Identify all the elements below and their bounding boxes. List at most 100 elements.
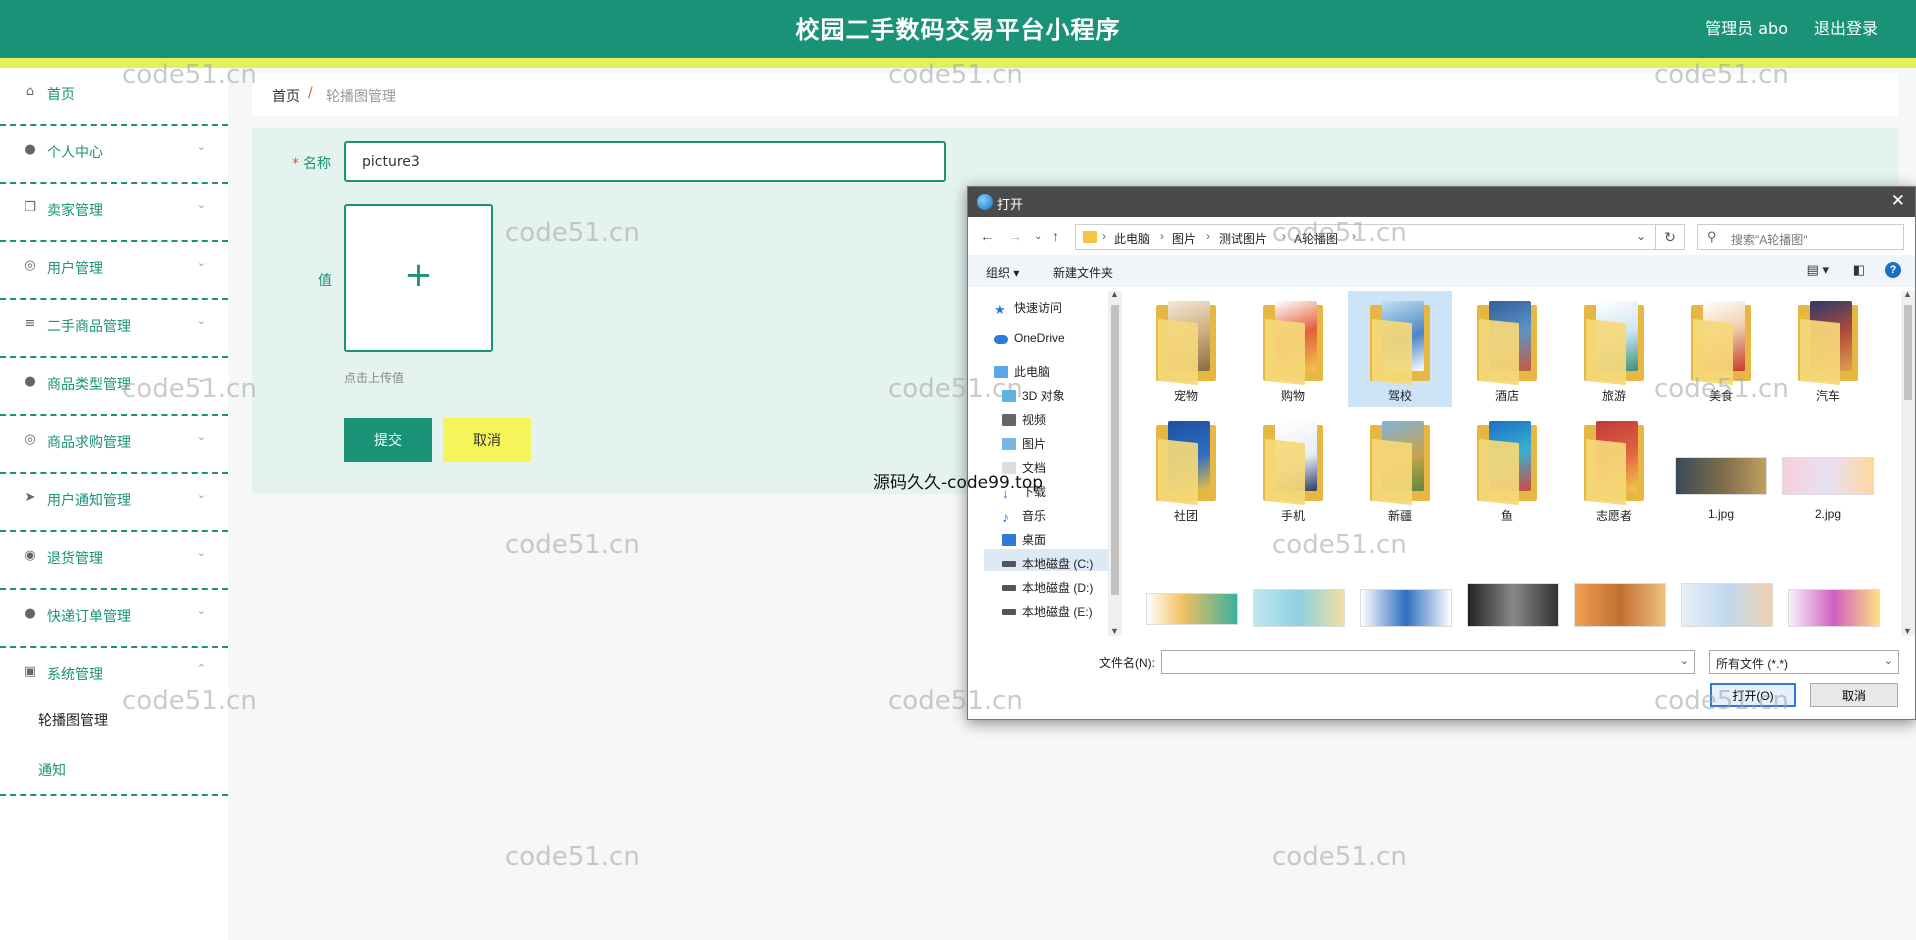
sidebar-item-home[interactable]: ⌂ 首页 — [0, 68, 228, 126]
value-label: 值 — [318, 273, 332, 289]
preview-pane-icon[interactable]: ◧ — [1853, 262, 1865, 278]
image-thumbnail[interactable] — [1253, 589, 1345, 627]
chevron-down-icon: ⌄ — [196, 140, 206, 153]
filename-input[interactable]: ⌄ — [1161, 650, 1695, 674]
view-options-icon[interactable]: ▤ ▾ — [1807, 262, 1829, 278]
breadcrumb-separator: / — [308, 85, 313, 101]
sidebar-item-returns[interactable]: ◉ 退货管理 ⌄ — [0, 532, 228, 590]
sidebar-item-notifications[interactable]: ➤ 用户通知管理 ⌄ — [0, 474, 228, 532]
tree-item-label: 快速访问 — [1014, 301, 1063, 315]
user-icon: ● — [24, 142, 36, 157]
sidebar-item-profile[interactable]: ● 个人中心 ⌄ — [0, 126, 228, 184]
dialog-cancel-button[interactable]: 取消 — [1810, 683, 1898, 707]
tree-scrollbar[interactable]: ▲ ▼ — [1108, 289, 1122, 636]
tree-item-drive-d[interactable]: 本地磁盘 (D:) — [1002, 579, 1093, 596]
folder-front — [1586, 318, 1626, 386]
name-input[interactable] — [344, 141, 946, 182]
up-arrow-icon[interactable]: ↑ — [1052, 228, 1059, 244]
drive-icon — [1002, 585, 1016, 591]
image-file-item[interactable]: 1.jpg — [1669, 411, 1773, 527]
sidebar-item-users[interactable]: ◎ 用户管理 ⌄ — [0, 242, 228, 300]
required-mark: * — [292, 156, 299, 172]
close-icon[interactable]: ✕ — [1891, 191, 1905, 211]
file-list-scrollbar[interactable]: ▲ ▼ — [1901, 289, 1915, 636]
folder-item[interactable]: 宠物 — [1134, 291, 1238, 407]
tree-item-onedrive[interactable]: OneDrive — [994, 331, 1065, 345]
tree-item-drive-e[interactable]: 本地磁盘 (E:) — [1002, 603, 1093, 620]
recent-dropdown-icon[interactable]: ⌄ — [1034, 231, 1042, 242]
folder-item[interactable]: 酒店 — [1455, 291, 1559, 407]
folder-item[interactable]: 手机 — [1241, 411, 1345, 527]
image-thumbnail[interactable] — [1788, 589, 1880, 627]
refresh-button[interactable]: ↻ — [1655, 224, 1685, 250]
plus-icon: + — [404, 255, 433, 295]
folder-item[interactable]: 购物 — [1241, 291, 1345, 407]
sidebar-subitem-notice[interactable]: 通知 — [38, 760, 66, 780]
path-segment[interactable]: 此电脑 — [1114, 230, 1150, 247]
folder-item[interactable]: 汽车 — [1776, 291, 1880, 407]
computer-icon — [994, 366, 1008, 378]
scroll-down-icon[interactable]: ▼ — [1110, 626, 1119, 636]
scroll-down-icon[interactable]: ▼ — [1903, 626, 1912, 636]
breadcrumb-home[interactable]: 首页 — [272, 86, 300, 106]
chevron-down-icon[interactable]: ⌄ — [1680, 654, 1689, 667]
scroll-thumb[interactable] — [1904, 305, 1912, 400]
help-icon[interactable]: ? — [1885, 262, 1901, 278]
tree-item-3d-objects[interactable]: 3D 对象 — [1002, 387, 1065, 404]
dialog-title-bar[interactable]: 打开 ✕ — [968, 187, 1915, 217]
picture-icon — [1002, 438, 1016, 450]
tree-item-drive-c[interactable]: 本地磁盘 (C:) — [1002, 555, 1093, 572]
address-bar[interactable]: › 此电脑 › 图片 › 测试图片 › A轮播图 › ⌄ — [1075, 224, 1685, 250]
image-thumbnail[interactable] — [1681, 583, 1773, 627]
path-segment[interactable]: A轮播图 — [1294, 230, 1338, 247]
tree-item-pictures[interactable]: 图片 — [1002, 435, 1046, 452]
organize-menu[interactable]: 组织 ▾ — [986, 264, 1019, 281]
sidebar-item-system[interactable]: ▣ 系统管理 ⌃ — [0, 648, 228, 706]
submit-button[interactable]: 提交 — [344, 418, 432, 462]
sidebar-item-purchase-requests[interactable]: ◎ 商品求购管理 ⌄ — [0, 416, 228, 474]
image-upload-box[interactable]: + — [344, 204, 493, 352]
sidebar-item-express-orders[interactable]: ● 快递订单管理 ⌄ — [0, 590, 228, 648]
cancel-button[interactable]: 取消 — [443, 418, 531, 462]
folder-item[interactable]: 社团 — [1134, 411, 1238, 527]
dialog-nav-bar: ← → ⌄ ↑ › 此电脑 › 图片 › 测试图片 › A轮播图 › ⌄ ↻ ⚲… — [968, 217, 1915, 255]
sidebar-subitem-carousel[interactable]: 轮播图管理 — [38, 710, 108, 730]
file-label: 鱼 — [1500, 509, 1513, 523]
folder-item[interactable]: 美食 — [1669, 291, 1773, 407]
image-thumbnail[interactable] — [1360, 589, 1452, 627]
chevron-right-icon: › — [1352, 229, 1356, 243]
sidebar-item-sellers[interactable]: ❐ 卖家管理 ⌄ — [0, 184, 228, 242]
image-file-item[interactable]: 2.jpg — [1776, 411, 1880, 527]
scroll-thumb[interactable] — [1111, 305, 1119, 595]
image-thumbnail — [1675, 457, 1767, 495]
tree-item-videos[interactable]: 视频 — [1002, 411, 1046, 428]
scroll-up-icon[interactable]: ▲ — [1110, 289, 1119, 299]
folder-item[interactable]: 新疆 — [1348, 411, 1452, 527]
sidebar-item-goods-types[interactable]: ● 商品类型管理 ⌄ — [0, 358, 228, 416]
folder-item-selected[interactable]: 驾校 — [1348, 291, 1452, 407]
tree-item-quick-access[interactable]: ★ 快速访问 — [994, 299, 1063, 317]
sidebar-item-used-goods[interactable]: ≡ 二手商品管理 ⌄ — [0, 300, 228, 358]
chevron-down-icon[interactable]: ⌄ — [1636, 229, 1646, 243]
folder-item[interactable]: 旅游 — [1562, 291, 1666, 407]
open-button[interactable]: 打开(O) — [1710, 683, 1796, 707]
image-thumbnail[interactable] — [1574, 583, 1666, 627]
logout-link[interactable]: 退出登录 — [1814, 15, 1878, 39]
file-type-filter[interactable]: 所有文件 (*.*) ⌄ — [1709, 650, 1899, 674]
forward-arrow-icon[interactable]: → — [1008, 228, 1022, 244]
image-thumbnail[interactable] — [1467, 583, 1559, 627]
tree-item-desktop[interactable]: 桌面 — [1002, 531, 1046, 548]
path-segment[interactable]: 图片 — [1172, 230, 1196, 247]
edge-browser-icon — [977, 194, 993, 210]
scroll-up-icon[interactable]: ▲ — [1903, 289, 1912, 299]
tree-item-this-pc[interactable]: 此电脑 — [994, 363, 1050, 380]
tree-item-label: 本地磁盘 (C:) — [1022, 557, 1094, 571]
search-input[interactable]: ⚲ 搜索"A轮播图" — [1697, 224, 1904, 250]
tree-item-music[interactable]: ♪ 音乐 — [1002, 507, 1046, 525]
image-thumbnail[interactable] — [1146, 593, 1238, 625]
folder-item[interactable]: 志愿者 — [1562, 411, 1666, 527]
path-segment[interactable]: 测试图片 — [1219, 230, 1267, 247]
folder-item[interactable]: 鱼 — [1455, 411, 1559, 527]
back-arrow-icon[interactable]: ← — [980, 228, 994, 244]
new-folder-button[interactable]: 新建文件夹 — [1053, 264, 1113, 281]
